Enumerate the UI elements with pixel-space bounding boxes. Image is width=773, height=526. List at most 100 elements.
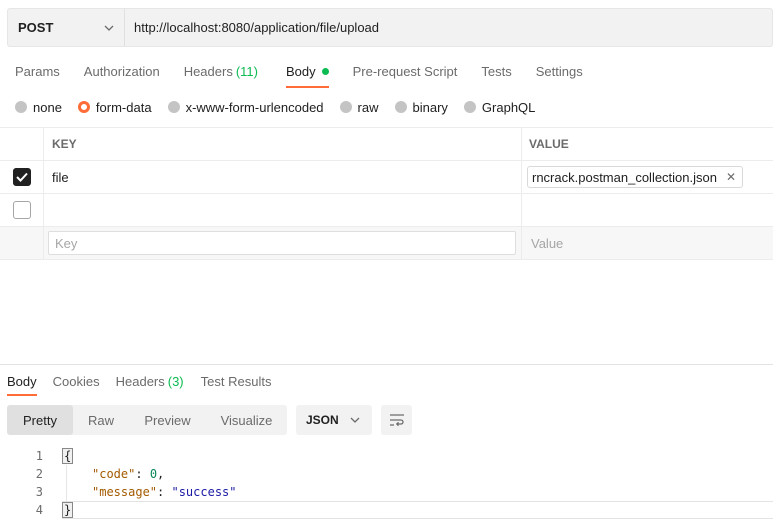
value-column-header: VALUE (529, 137, 569, 151)
tab-tests[interactable]: Tests (481, 56, 511, 86)
code-text: "message": "success" (92, 485, 237, 499)
view-raw-button[interactable]: Raw (73, 405, 129, 435)
json-string: "success" (171, 485, 237, 499)
url-input[interactable]: http://localhost:8080/application/file/u… (125, 9, 772, 46)
tab-settings[interactable]: Settings (536, 56, 583, 86)
row-checkbox-cell (0, 194, 44, 226)
close-brace: } (62, 502, 74, 518)
body-type-radios: none form-data x-www-form-urlencoded raw… (15, 97, 551, 117)
row-checkbox-cell (0, 161, 44, 193)
radio-selected-icon (77, 101, 90, 113)
radio-label: form-data (95, 99, 152, 115)
file-name: rncrack.postman_collection.json (532, 169, 717, 185)
code-line: 1 { (0, 447, 773, 465)
form-data-table: KEY VALUE file rncrack.postman_collectio… (0, 127, 773, 260)
view-preview-button[interactable]: Preview (129, 405, 206, 435)
checkbox-column-header (0, 128, 44, 160)
response-tabs: Body Cookies Headers (3) Test Results (7, 368, 272, 396)
new-key-input[interactable]: Key (48, 231, 516, 255)
json-key: "code" (92, 467, 136, 481)
table-header: KEY VALUE (0, 127, 773, 161)
key-column-header: KEY (44, 128, 522, 160)
view-mode-toggle: Pretty Raw Preview Visualize (7, 405, 287, 435)
row-key-cell[interactable]: file (44, 161, 522, 193)
radio-label: GraphQL (481, 99, 536, 115)
body-active-dot (321, 67, 329, 75)
radio-label: none (33, 99, 62, 115)
json-number: 0 (149, 467, 158, 481)
radio-raw[interactable]: raw (339, 100, 379, 115)
tab-label: Body (7, 373, 37, 389)
new-value-cell[interactable]: Value (522, 227, 773, 259)
tab-params[interactable]: Params (15, 56, 60, 86)
method-label: POST (18, 20, 54, 35)
row-checkbox-cell (0, 227, 44, 259)
headers-count: (11) (235, 63, 258, 79)
new-value-placeholder: Value (531, 235, 564, 251)
row-key-cell[interactable] (44, 194, 522, 226)
tab-body[interactable]: Body (285, 56, 329, 88)
table-row-new: Key Value (0, 227, 773, 260)
wrap-lines-button[interactable] (381, 405, 412, 435)
checkmark-icon (15, 172, 28, 182)
table-row: file rncrack.postman_collection.json ✕ (0, 161, 773, 194)
tab-label: Tests (481, 63, 512, 79)
row-value-cell[interactable] (522, 194, 773, 226)
new-key-cell: Key (44, 227, 522, 259)
view-visualize-button[interactable]: Visualize (206, 405, 287, 435)
radio-icon (15, 101, 27, 113)
method-select[interactable]: POST (8, 9, 125, 46)
radio-icon (394, 101, 407, 113)
row-value-cell: rncrack.postman_collection.json ✕ (522, 161, 773, 193)
tab-label: Headers (115, 373, 165, 389)
row-enabled-checkbox[interactable] (12, 168, 31, 186)
line-number: 1 (35, 449, 43, 463)
line-number: 2 (35, 467, 43, 481)
tab-label: Pre-request Script (352, 63, 458, 79)
tab-label: Authorization (83, 63, 160, 79)
radio-none[interactable]: none (15, 100, 62, 115)
current-line-highlight (62, 501, 773, 519)
code-text: } (62, 502, 74, 518)
pane-divider[interactable] (0, 364, 773, 365)
chevron-down-icon (350, 417, 360, 423)
chevron-down-icon (104, 25, 114, 31)
radio-icon (463, 101, 476, 113)
radio-icon (339, 101, 352, 113)
request-tabs: Params Authorization Headers (11) Body Pr… (0, 56, 583, 88)
response-tab-headers[interactable]: Headers (3) (116, 368, 184, 394)
view-pretty-button[interactable]: Pretty (7, 405, 73, 435)
radio-label: x-www-form-urlencoded (185, 99, 324, 115)
response-code-view[interactable]: 1 { 2 "code": 0, 3 "message": "success" … (0, 447, 773, 519)
format-select[interactable]: JSON (296, 405, 372, 435)
remove-file-icon[interactable]: ✕ (726, 170, 736, 184)
table-row (0, 194, 773, 227)
radio-x-www-form-urlencoded[interactable]: x-www-form-urlencoded (167, 99, 324, 115)
radio-binary[interactable]: binary (394, 100, 448, 115)
json-key: "message" (92, 485, 158, 499)
response-format-bar: Pretty Raw Preview Visualize JSON (7, 405, 412, 435)
open-brace: { (62, 448, 74, 464)
tab-authorization[interactable]: Authorization (84, 56, 160, 86)
code-line: 3 "message": "success" (0, 483, 773, 501)
line-number: 3 (35, 485, 43, 499)
line-number: 4 (35, 503, 43, 517)
code-line: 2 "code": 0, (0, 465, 773, 483)
radio-icon (167, 101, 180, 113)
row-enabled-checkbox[interactable] (12, 201, 31, 219)
format-label: JSON (306, 413, 339, 427)
file-chip[interactable]: rncrack.postman_collection.json ✕ (527, 166, 744, 188)
response-tab-cookies[interactable]: Cookies (53, 368, 100, 394)
tab-pre-request-script[interactable]: Pre-request Script (353, 56, 458, 86)
request-url-bar: POST http://localhost:8080/application/f… (7, 8, 773, 47)
radio-graphql[interactable]: GraphQL (463, 99, 536, 115)
code-text: { (62, 448, 74, 464)
code-text: "code": 0, (92, 467, 165, 481)
tab-headers[interactable]: Headers (11) (184, 56, 258, 86)
tab-label: Body (285, 63, 316, 79)
response-tab-body[interactable]: Body (7, 368, 37, 396)
response-tab-test-results[interactable]: Test Results (201, 368, 272, 394)
indent-guide (66, 465, 67, 501)
radio-form-data[interactable]: form-data (77, 99, 152, 115)
tab-label: Cookies (52, 373, 100, 389)
